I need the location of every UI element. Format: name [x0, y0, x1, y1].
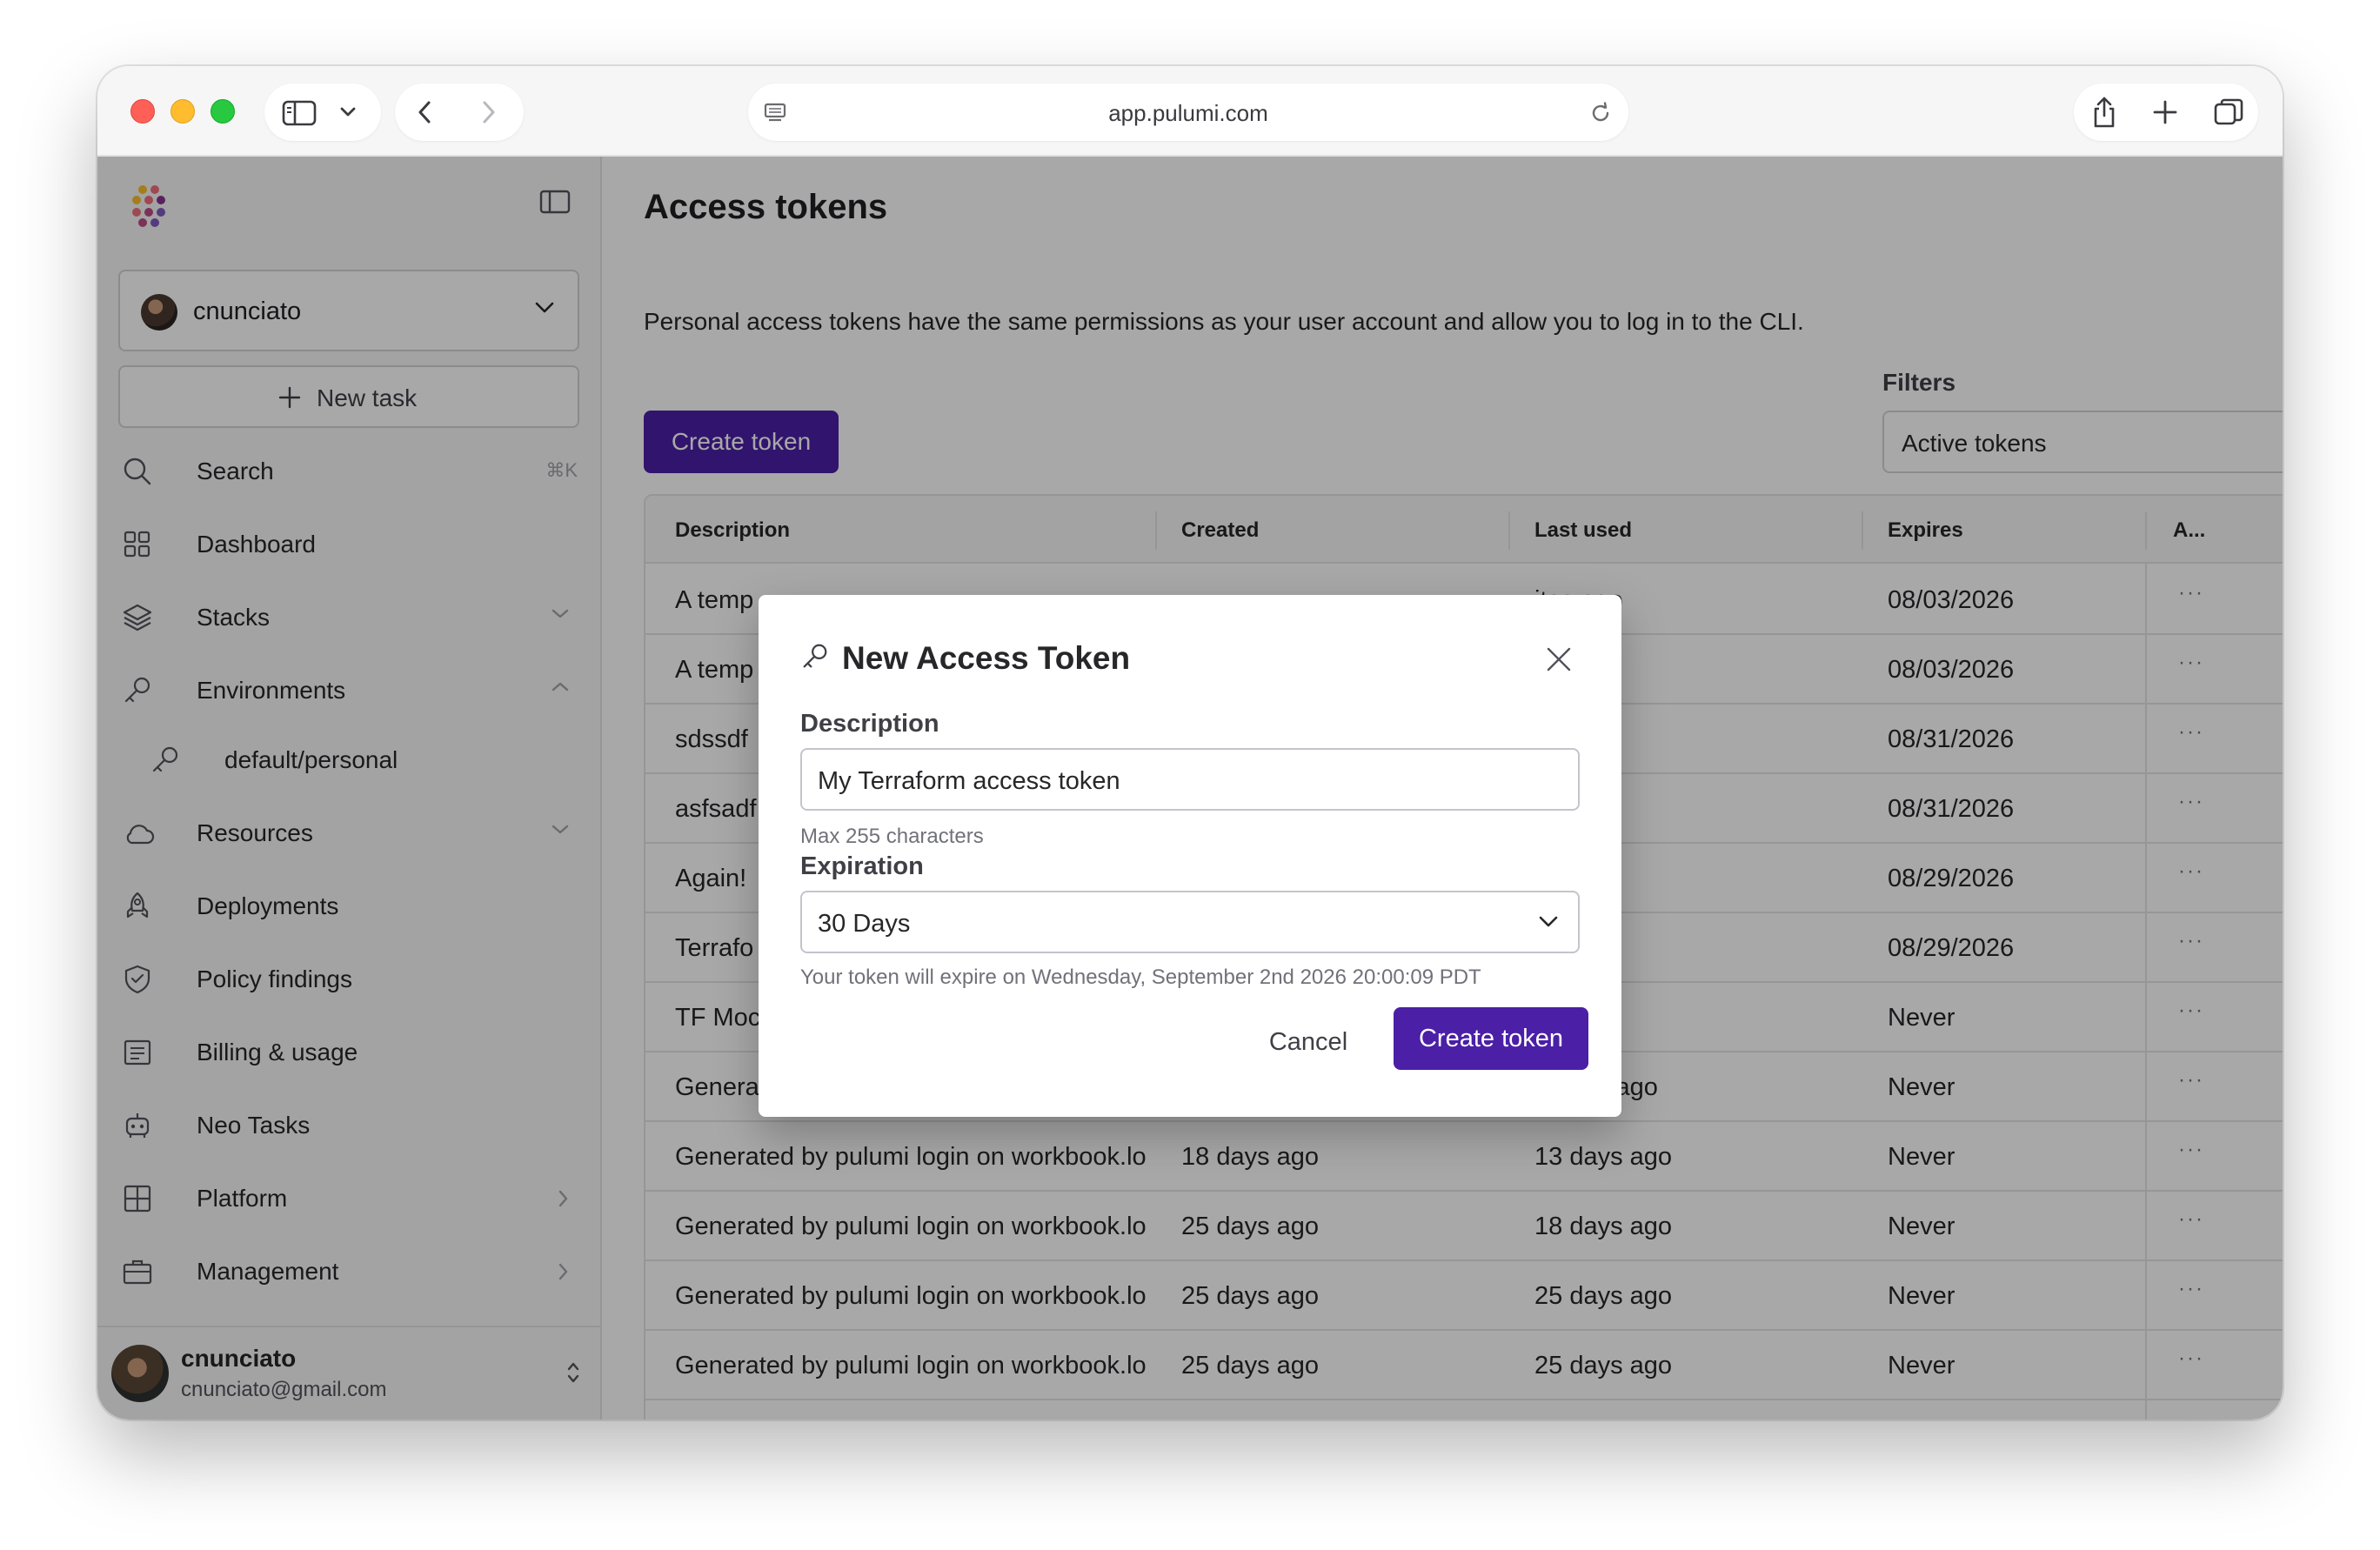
navigation-group — [395, 84, 524, 141]
expiration-label: Expiration — [800, 852, 924, 880]
address-bar[interactable]: app.pulumi.com — [748, 84, 1628, 141]
close-icon[interactable] — [1545, 645, 1573, 673]
browser-window: app.pulumi.com cnunciato New task Search… — [97, 66, 2283, 1420]
description-label: Description — [800, 710, 939, 738]
minimize-window-button[interactable] — [170, 99, 195, 124]
url-text: app.pulumi.com — [1108, 100, 1268, 126]
chevron-down-icon — [1539, 916, 1558, 927]
tab-overview-icon[interactable] — [2213, 97, 2244, 127]
cancel-button[interactable]: Cancel — [1242, 1011, 1374, 1073]
expiration-hint: Your token will expire on Wednesday, Sep… — [800, 965, 1481, 989]
browser-sidebar-icon[interactable] — [282, 100, 317, 126]
new-access-token-dialog: New Access Token Description My Terrafor… — [759, 595, 1621, 1117]
new-tab-icon[interactable] — [2152, 99, 2178, 125]
reload-icon[interactable] — [1588, 101, 1613, 125]
key-icon — [803, 644, 827, 668]
zoom-window-button[interactable] — [211, 99, 235, 124]
description-input[interactable]: My Terraform access token — [800, 748, 1580, 811]
chevron-down-icon[interactable] — [339, 106, 357, 118]
browser-toolbar: app.pulumi.com — [97, 66, 2283, 157]
description-value: My Terraform access token — [818, 767, 1120, 795]
expiration-select[interactable]: 30 Days — [800, 891, 1580, 953]
back-arrow-icon[interactable] — [416, 100, 433, 124]
sidebar-toggle-group — [264, 84, 381, 141]
browser-actions-group — [2074, 84, 2258, 141]
description-hint: Max 255 characters — [800, 825, 984, 848]
dialog-title: New Access Token — [842, 640, 1131, 676]
expiration-value: 30 Days — [818, 910, 911, 938]
create-token-submit-button[interactable]: Create token — [1394, 1007, 1588, 1070]
share-icon[interactable] — [2089, 96, 2119, 129]
app-root: cnunciato New task Search ⌘K Dashboard S… — [97, 157, 2283, 1420]
close-window-button[interactable] — [130, 99, 155, 124]
forward-arrow-icon[interactable] — [480, 100, 498, 124]
